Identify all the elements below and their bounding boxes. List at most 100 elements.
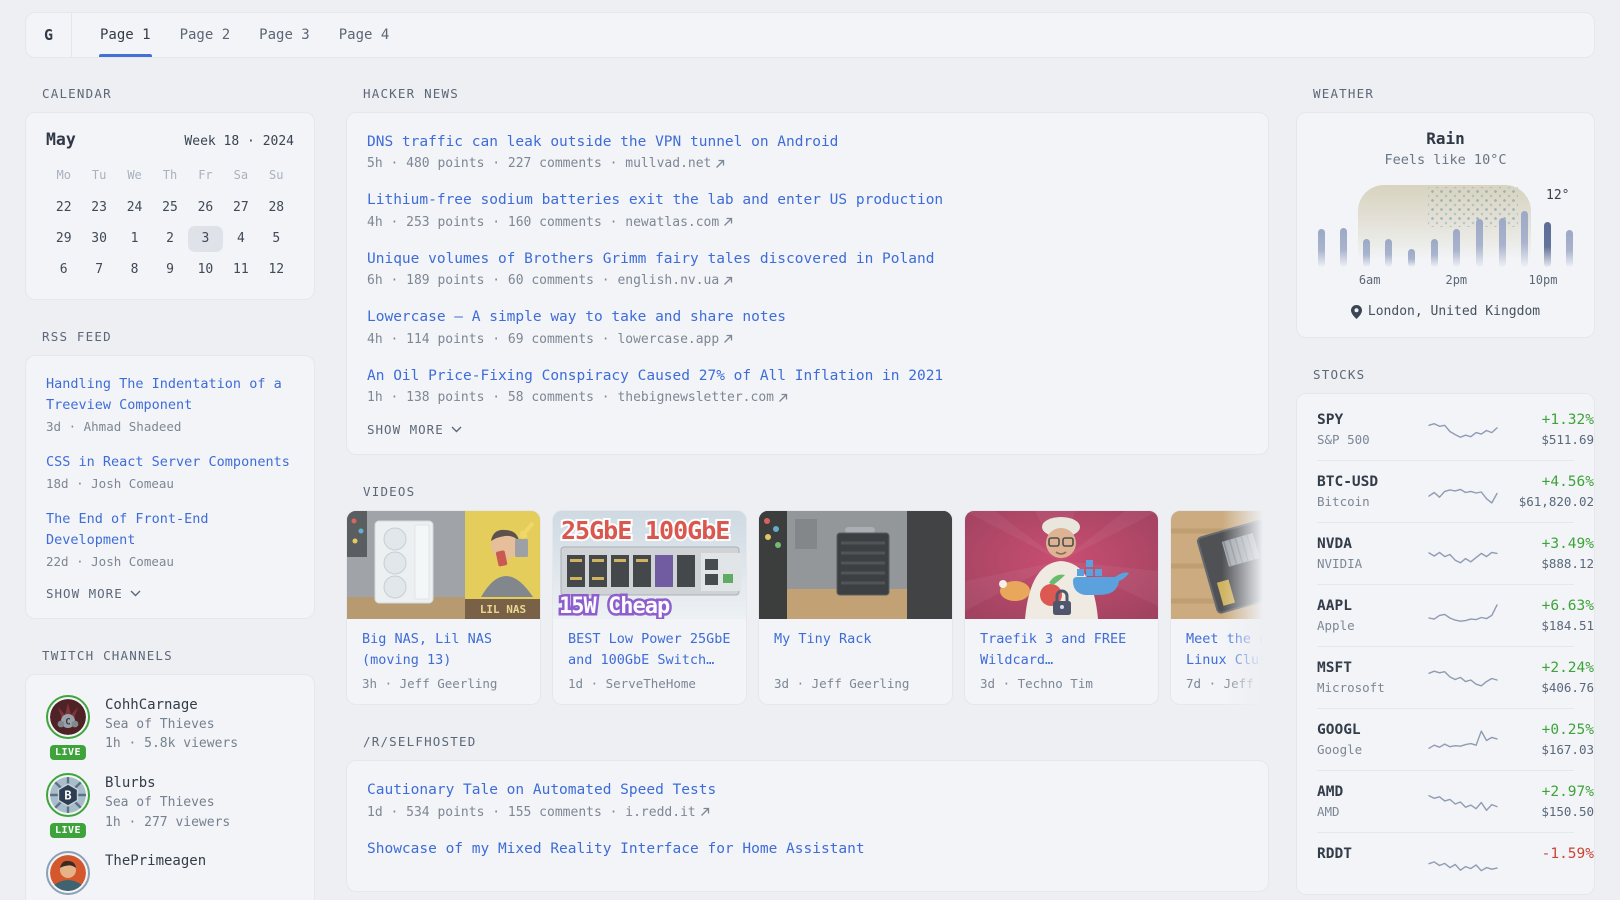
- weather-bar: [1544, 222, 1551, 267]
- stock-ticker: AAPL: [1317, 598, 1427, 614]
- stock-change: +0.25%: [1499, 722, 1594, 738]
- calendar-day: 3: [188, 226, 223, 252]
- calendar-weekday: Sa: [223, 165, 258, 190]
- top-nav: G Page 1 Page 2 Page 3 Page 4: [25, 12, 1595, 58]
- item-title-link[interactable]: Unique volumes of Brothers Grimm fairy t…: [367, 248, 1248, 270]
- rss-widget: RSS FEED Handling The Indentation of a T…: [25, 329, 315, 619]
- list-item: DNS traffic can leak outside the VPN tun…: [367, 131, 1248, 171]
- item-title-link[interactable]: Handling The Indentation of a Treeview C…: [46, 374, 294, 416]
- calendar-day: 24: [117, 195, 152, 221]
- selfhosted-widget: /R/SELFHOSTED Cautionary Tale on Automat…: [346, 734, 1269, 892]
- weather-bar: [1453, 229, 1460, 267]
- external-link-icon: [723, 334, 733, 344]
- svg-text:100GbE: 100GbE: [645, 516, 729, 545]
- stock-name: [1317, 866, 1427, 881]
- stocks-widget: STOCKS SPY S&P 500 +1.32% $511.69 BTC-US…: [1296, 367, 1595, 895]
- list-item: Unique volumes of Brothers Grimm fairy t…: [367, 248, 1248, 288]
- twitch-channel-row[interactable]: C LIVE CohhCarnage Sea of Thieves 1h · 5…: [46, 695, 294, 754]
- stock-ticker: BTC-USD: [1317, 474, 1427, 490]
- external-link-icon: [778, 393, 788, 403]
- twitch-channel-row[interactable]: ThePrimeagen: [46, 851, 294, 895]
- stock-sparkline: [1427, 600, 1499, 632]
- list-item: Lowercase – A simple way to take and sha…: [367, 306, 1248, 346]
- calendar-day: 8: [117, 257, 152, 283]
- calendar-day: 12: [259, 257, 294, 283]
- stock-change: +3.49%: [1499, 536, 1594, 552]
- stock-name: Apple: [1317, 618, 1427, 633]
- stock-row[interactable]: AMD AMD +2.97% $150.50: [1317, 770, 1574, 832]
- item-meta: 1d · 534 points · 155 comments · i.redd.…: [367, 805, 1248, 820]
- stock-sparkline: [1427, 848, 1499, 880]
- tab-page-1[interactable]: Page 1: [99, 13, 152, 57]
- calendar-day: 6: [46, 257, 81, 283]
- channel-name: ThePrimeagen: [105, 851, 206, 871]
- item-title-link[interactable]: An Oil Price-Fixing Conspiracy Caused 27…: [367, 365, 1248, 387]
- list-item: CSS in React Server Components 18d · Jos…: [46, 452, 294, 491]
- video-card[interactable]: Traefik 3 and FREE Wildcard… 3d · Techno…: [964, 510, 1159, 705]
- calendar-weekday: We: [117, 165, 152, 190]
- video-card[interactable]: FAS Meet the new Linux Cluster 7d · Jeff…: [1170, 510, 1269, 705]
- external-link-icon: [723, 217, 733, 227]
- tab-page-3[interactable]: Page 3: [258, 13, 311, 57]
- stock-name: NVIDIA: [1317, 556, 1427, 571]
- stock-sparkline: [1427, 414, 1499, 446]
- twitch-channel-row[interactable]: B LIVE Blurbs Sea of Thieves 1h · 277 vi…: [46, 773, 294, 832]
- weather-bar: [1499, 218, 1506, 267]
- channel-meta: 1h · 5.8k viewers: [105, 734, 238, 754]
- rss-show-more-button[interactable]: SHOW MORE: [46, 586, 141, 601]
- hackernews-section-label: HACKER NEWS: [363, 86, 1269, 101]
- stock-sparkline: [1427, 786, 1499, 818]
- stock-row[interactable]: GOOGL Google +0.25% $167.03: [1317, 708, 1574, 770]
- stock-change: +6.63%: [1499, 598, 1594, 614]
- calendar-day: 29: [46, 226, 81, 252]
- calendar-day: 9: [152, 257, 187, 283]
- tab-page-2[interactable]: Page 2: [179, 13, 232, 57]
- weather-time-label: 10pm: [1529, 273, 1558, 287]
- video-card[interactable]: LIL NAS Big NAS, Lil NAS (moving 13) 3h …: [346, 510, 541, 705]
- item-meta: 4h · 114 points · 69 comments · lowercas…: [367, 332, 1248, 347]
- calendar-day: 1: [117, 226, 152, 252]
- video-card[interactable]: 25GbE 100GbE 15W Cheap BEST Low Power 25…: [552, 510, 747, 705]
- item-title-link[interactable]: Cautionary Tale on Automated Speed Tests: [367, 779, 1248, 801]
- item-title-link[interactable]: DNS traffic can leak outside the VPN tun…: [367, 131, 1248, 153]
- channel-meta: 1h · 277 viewers: [105, 813, 230, 833]
- weather-bar: [1318, 229, 1325, 267]
- svg-text:15W Cheap: 15W Cheap: [559, 594, 670, 619]
- stock-price: $61,820.02: [1499, 494, 1594, 509]
- stock-row[interactable]: BTC-USD Bitcoin +4.56% $61,820.02: [1317, 460, 1574, 522]
- item-title-link[interactable]: Lowercase – A simple way to take and sha…: [367, 306, 1248, 328]
- stock-row[interactable]: RDDT -1.59%: [1317, 832, 1574, 894]
- hackernews-show-more-button[interactable]: SHOW MORE: [367, 422, 462, 437]
- calendar-grid: MoTuWeThFrSaSu22232425262728293012345678…: [46, 165, 294, 283]
- item-meta: 22d · Josh Comeau: [46, 554, 294, 569]
- app-logo[interactable]: G: [26, 13, 72, 57]
- item-title-link[interactable]: Showcase of my Mixed Reality Interface f…: [367, 838, 1248, 860]
- item-title-link[interactable]: Lithium-free sodium batteries exit the l…: [367, 189, 1248, 211]
- item-meta: 18d · Josh Comeau: [46, 476, 294, 491]
- calendar-day: 28: [259, 195, 294, 221]
- twitch-section-label: TWITCH CHANNELS: [42, 648, 315, 663]
- calendar-widget: CALENDAR May Week 18 · 2024 MoTuWeThFrSa…: [25, 86, 315, 300]
- item-meta: 5h · 480 points · 227 comments · mullvad…: [367, 156, 1248, 171]
- item-title-link[interactable]: The End of Front-End Development: [46, 509, 294, 551]
- tab-page-4[interactable]: Page 4: [338, 13, 391, 57]
- stocks-section-label: STOCKS: [1313, 367, 1595, 382]
- calendar-weekday: Th: [152, 165, 187, 190]
- chevron-down-icon: [451, 426, 462, 433]
- calendar-weekday: Mo: [46, 165, 81, 190]
- calendar-day: 4: [223, 226, 258, 252]
- video-meta: 1d · ServeTheHome: [568, 676, 731, 691]
- stock-price: $888.12: [1499, 556, 1594, 571]
- item-title-link[interactable]: CSS in React Server Components: [46, 452, 294, 473]
- video-thumbnail: [965, 511, 1158, 619]
- external-link-icon: [723, 276, 733, 286]
- svg-text:C: C: [65, 717, 70, 727]
- stock-row[interactable]: AAPL Apple +6.63% $184.51: [1317, 584, 1574, 646]
- stock-row[interactable]: SPY S&P 500 +1.32% $511.69: [1317, 399, 1574, 460]
- videos-section-label: VIDEOS: [363, 484, 1269, 499]
- stock-row[interactable]: MSFT Microsoft +2.24% $406.76: [1317, 646, 1574, 708]
- calendar-day: 23: [81, 195, 116, 221]
- stock-ticker: GOOGL: [1317, 722, 1427, 738]
- video-card[interactable]: My Tiny Rack 3d · Jeff Geerling: [758, 510, 953, 705]
- stock-row[interactable]: NVDA NVIDIA +3.49% $888.12: [1317, 522, 1574, 584]
